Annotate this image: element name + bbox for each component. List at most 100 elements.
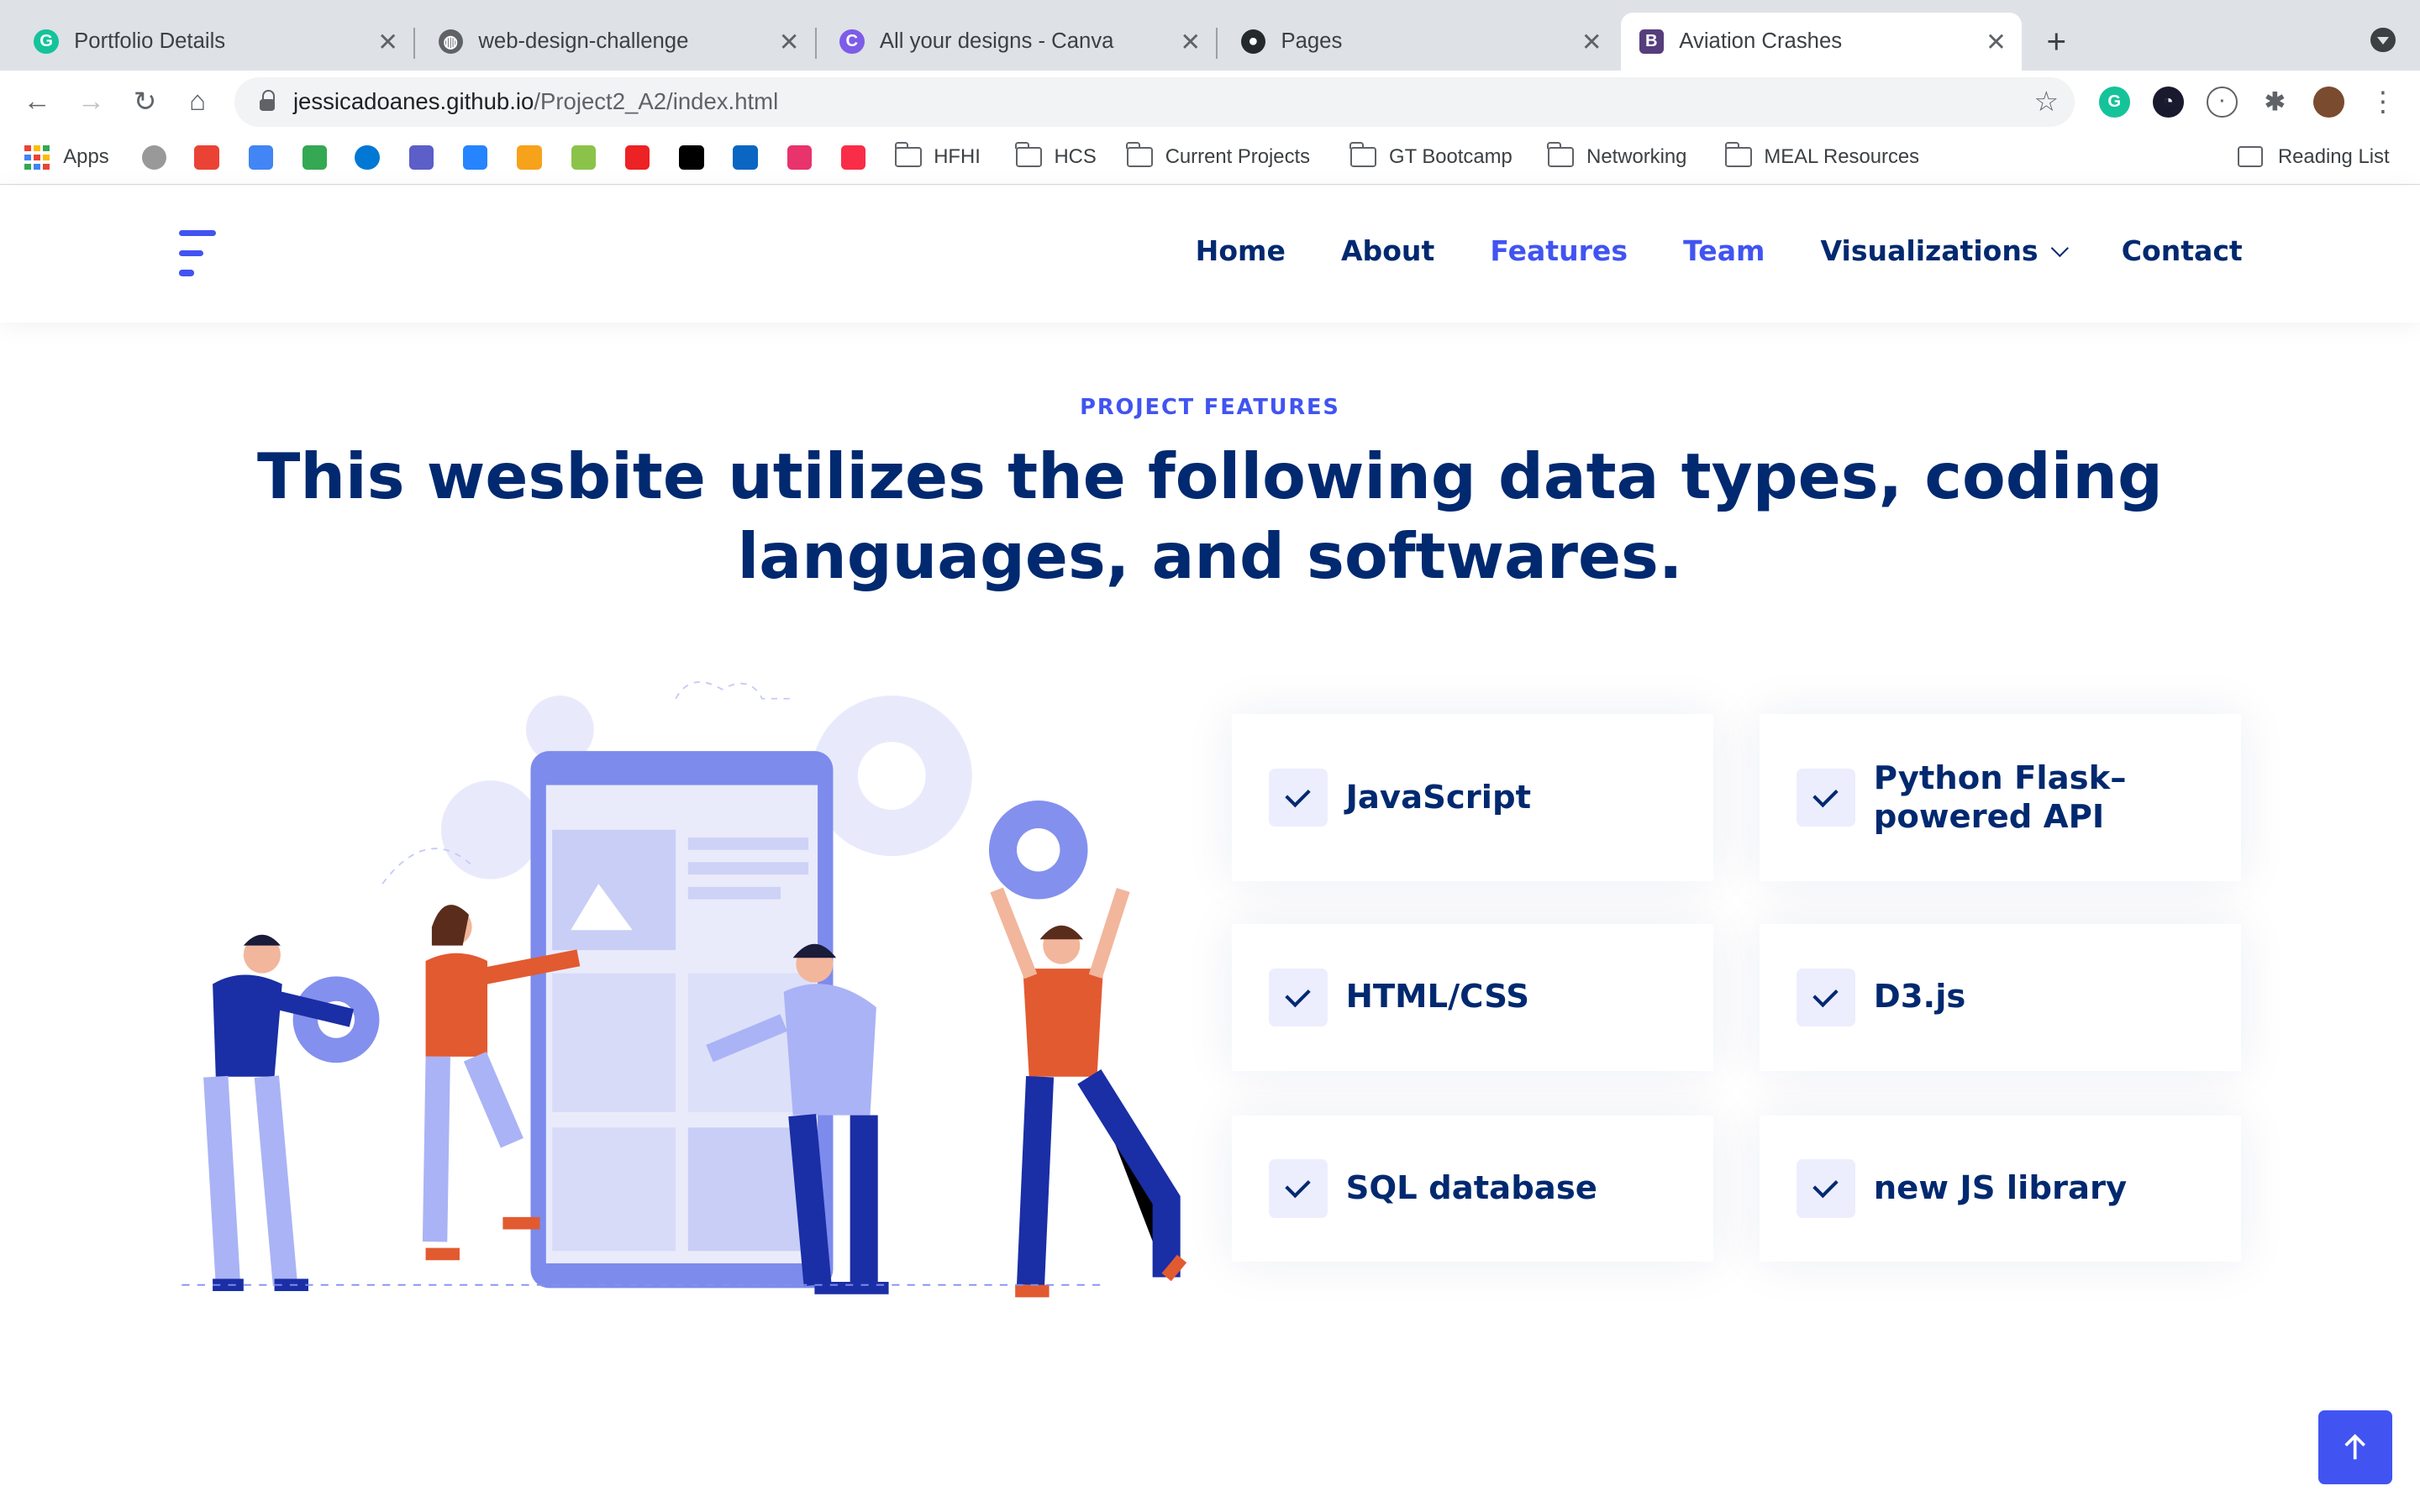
arrow-up-icon	[2344, 1434, 2366, 1460]
music-icon[interactable]	[841, 144, 866, 171]
bookmark-icon[interactable]	[463, 144, 488, 171]
bookmark-star-icon[interactable]: ☆	[2034, 85, 2060, 118]
feature-label: D3.js	[1873, 978, 1966, 1016]
browser-toolbar: ← → ↻ ⌂ jessicadoanes.github.io/Project2…	[0, 71, 2420, 133]
folder-icon	[1724, 142, 1752, 167]
feature-label: JavaScript	[1345, 778, 1531, 816]
close-icon[interactable]: ✕	[779, 28, 800, 57]
site-nav: Home About Features Team Visualizations …	[1140, 234, 2243, 267]
feature-label: Python Flask–powered API	[1873, 759, 2127, 836]
linkedin-icon[interactable]	[733, 144, 758, 171]
bookmark-folder[interactable]: HCS	[1014, 142, 1097, 169]
tab-title: Aviation Crashes	[1679, 29, 1843, 54]
bookmark-folder[interactable]: MEAL Resources	[1724, 142, 1920, 169]
webpage: Home About Features Team Visualizations …	[0, 186, 2420, 1512]
teams-icon[interactable]	[408, 144, 434, 171]
tab-canva[interactable]: C All your designs - Canva ✕	[806, 13, 1218, 71]
nav-team[interactable]: Team	[1683, 234, 1765, 267]
reading-list-label: Reading List	[2277, 144, 2390, 168]
bookmarks-bar: Apps HFHI HCS Current Projects GT Bootca…	[0, 132, 2420, 186]
nav-contact[interactable]: Contact	[2122, 234, 2243, 267]
check-icon	[1268, 1159, 1328, 1219]
close-icon[interactable]: ✕	[377, 28, 398, 57]
calendar-icon[interactable]	[248, 144, 274, 171]
folder-label: HCS	[1054, 144, 1097, 168]
feature-card-javascript: JavaScript	[1231, 714, 1713, 881]
feature-card-d3: D3.js	[1759, 924, 2241, 1071]
folder-icon	[1126, 142, 1153, 167]
folder-label: MEAL Resources	[1764, 144, 1920, 168]
tab-title: web-design-challenge	[478, 29, 689, 54]
bootstrap-icon: B	[1639, 29, 1664, 55]
extension-icon[interactable]: ◔	[2153, 86, 2184, 118]
feature-label: HTML/CSS	[1345, 978, 1530, 1016]
forward-icon[interactable]: →	[72, 83, 109, 120]
bookmark-icon[interactable]	[571, 144, 596, 171]
tab-web-design-challenge[interactable]: ◍ web-design-challenge ✕	[404, 13, 817, 71]
feature-label: SQL database	[1345, 1169, 1597, 1208]
feature-card-js-library: new JS library	[1759, 1115, 2241, 1263]
folder-icon	[1349, 142, 1377, 167]
canva-icon: C	[839, 29, 865, 55]
menu-logo-icon[interactable]	[179, 229, 217, 291]
back-icon[interactable]: ←	[18, 83, 55, 120]
new-tab-button[interactable]: +	[2046, 22, 2066, 61]
onedrive-icon[interactable]	[355, 144, 380, 171]
avatar[interactable]	[2313, 86, 2344, 118]
folder-icon	[1547, 142, 1575, 167]
tab-aviation-crashes[interactable]: B Aviation Crashes ✕	[1620, 12, 2023, 71]
github-icon: ●	[1240, 29, 1266, 55]
tab-search-icon[interactable]	[2370, 28, 2396, 53]
bookmark-apps[interactable]: Apps	[24, 144, 109, 171]
feature-card-python-flask: Python Flask–powered API	[1759, 714, 2241, 881]
reading-list-icon	[2238, 145, 2263, 168]
tab-title: Pages	[1281, 29, 1343, 54]
tab-title: Portfolio Details	[74, 29, 226, 54]
extension-icon[interactable]: ·	[2207, 86, 2238, 118]
reload-icon[interactable]: ↻	[127, 83, 164, 120]
gmail-icon[interactable]	[194, 144, 219, 171]
feature-card-sql: SQL database	[1231, 1115, 1713, 1263]
address-bar[interactable]: jessicadoanes.github.io/Project2_A2/inde…	[234, 76, 2075, 127]
drive-icon[interactable]	[302, 144, 328, 171]
reading-list[interactable]: Reading List	[2238, 144, 2390, 169]
folder-icon	[894, 142, 922, 167]
lock-icon	[259, 89, 276, 112]
puzzle-icon[interactable]: ✱	[2259, 86, 2291, 118]
bookmark-folder[interactable]: Current Projects	[1126, 142, 1310, 169]
nav-visualizations[interactable]: Visualizations	[1821, 234, 2069, 267]
close-icon[interactable]: ✕	[1986, 28, 2007, 57]
grammarly-extension-icon[interactable]: G	[2098, 86, 2130, 118]
team-illustration	[182, 681, 1187, 1298]
tab-pages[interactable]: ● Pages ✕	[1207, 13, 1618, 71]
nav-about[interactable]: About	[1341, 234, 1434, 267]
folder-label: HFHI	[934, 144, 981, 168]
bookmark-folder[interactable]: HFHI	[894, 142, 981, 169]
feature-card-html-css: HTML/CSS	[1231, 924, 1713, 1071]
menu-icon[interactable]: ⋮	[2365, 83, 2402, 120]
check-icon	[1796, 968, 1855, 1027]
nav-features[interactable]: Features	[1490, 234, 1628, 267]
medium-icon[interactable]	[679, 144, 704, 171]
bookmark-icon[interactable]	[786, 144, 813, 171]
bookmark-folder[interactable]: Networking	[1547, 142, 1687, 169]
apple-icon[interactable]	[141, 144, 167, 171]
home-icon[interactable]: ⌂	[179, 83, 216, 120]
adobe-icon[interactable]	[624, 144, 650, 171]
tab-portfolio-details[interactable]: G Portfolio Details ✕	[0, 13, 416, 71]
folder-icon	[1014, 142, 1042, 167]
section-heading: This wesbite utilizes the following data…	[256, 438, 2163, 594]
check-icon	[1796, 768, 1855, 827]
close-icon[interactable]: ✕	[1180, 28, 1201, 57]
site-header: Home About Features Team Visualizations …	[0, 186, 2420, 323]
close-icon[interactable]: ✕	[1581, 28, 1602, 57]
folder-label: Networking	[1586, 144, 1687, 168]
grammarly-icon: G	[34, 29, 59, 55]
bookmark-icon[interactable]	[517, 144, 542, 171]
bookmark-folder[interactable]: GT Bootcamp	[1349, 142, 1512, 169]
tab-title: All your designs - Canva	[879, 29, 1114, 54]
bookmark-label: Apps	[63, 145, 109, 169]
nav-home[interactable]: Home	[1196, 234, 1286, 267]
folder-label: GT Bootcamp	[1389, 144, 1512, 168]
back-to-top-button[interactable]	[2317, 1410, 2392, 1484]
